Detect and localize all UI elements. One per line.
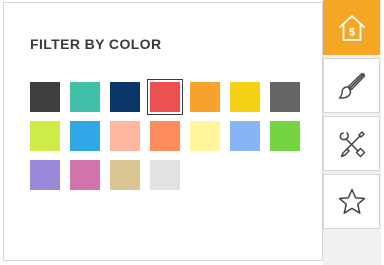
- color-swatch-peach[interactable]: [110, 121, 140, 151]
- color-swatch-dark-gray[interactable]: [30, 82, 60, 112]
- color-swatch-tan[interactable]: [110, 160, 140, 190]
- filter-by-color-panel: FILTER BY COLOR: [3, 2, 323, 261]
- color-swatch-lavender[interactable]: [30, 160, 60, 190]
- color-filter-widget: FILTER BY COLOR $: [0, 0, 384, 265]
- rail-button-tools[interactable]: [323, 116, 380, 171]
- rail-button-home-price[interactable]: $: [323, 0, 380, 55]
- color-swatch-gray[interactable]: [270, 82, 300, 112]
- paintbrush-icon: [338, 72, 365, 99]
- color-swatch-light-gray[interactable]: [150, 160, 180, 190]
- color-swatch-orange[interactable]: [190, 82, 220, 112]
- color-swatch-sky-blue[interactable]: [70, 121, 100, 151]
- color-swatch-pink[interactable]: [70, 160, 100, 190]
- color-swatch-light-blue[interactable]: [230, 121, 260, 151]
- color-swatch-grid: [30, 79, 300, 190]
- star-icon: [338, 188, 365, 214]
- house-dollar-icon: $: [338, 14, 365, 41]
- side-rail: $: [323, 0, 381, 265]
- tools-icon: [339, 130, 365, 157]
- color-swatch-lime[interactable]: [30, 121, 60, 151]
- rail-button-favorites[interactable]: [323, 174, 380, 229]
- panel-title: FILTER BY COLOR: [30, 36, 162, 52]
- color-swatch-yellow[interactable]: [230, 82, 260, 112]
- color-swatch-navy[interactable]: [110, 82, 140, 112]
- svg-text:$: $: [348, 26, 354, 38]
- color-swatch-teal[interactable]: [70, 82, 100, 112]
- rail-button-style[interactable]: [323, 58, 380, 113]
- color-swatch-green[interactable]: [270, 121, 300, 151]
- color-swatch-coral[interactable]: [150, 121, 180, 151]
- color-swatch-pale-yellow[interactable]: [190, 121, 220, 151]
- color-swatch-red[interactable]: [147, 79, 183, 115]
